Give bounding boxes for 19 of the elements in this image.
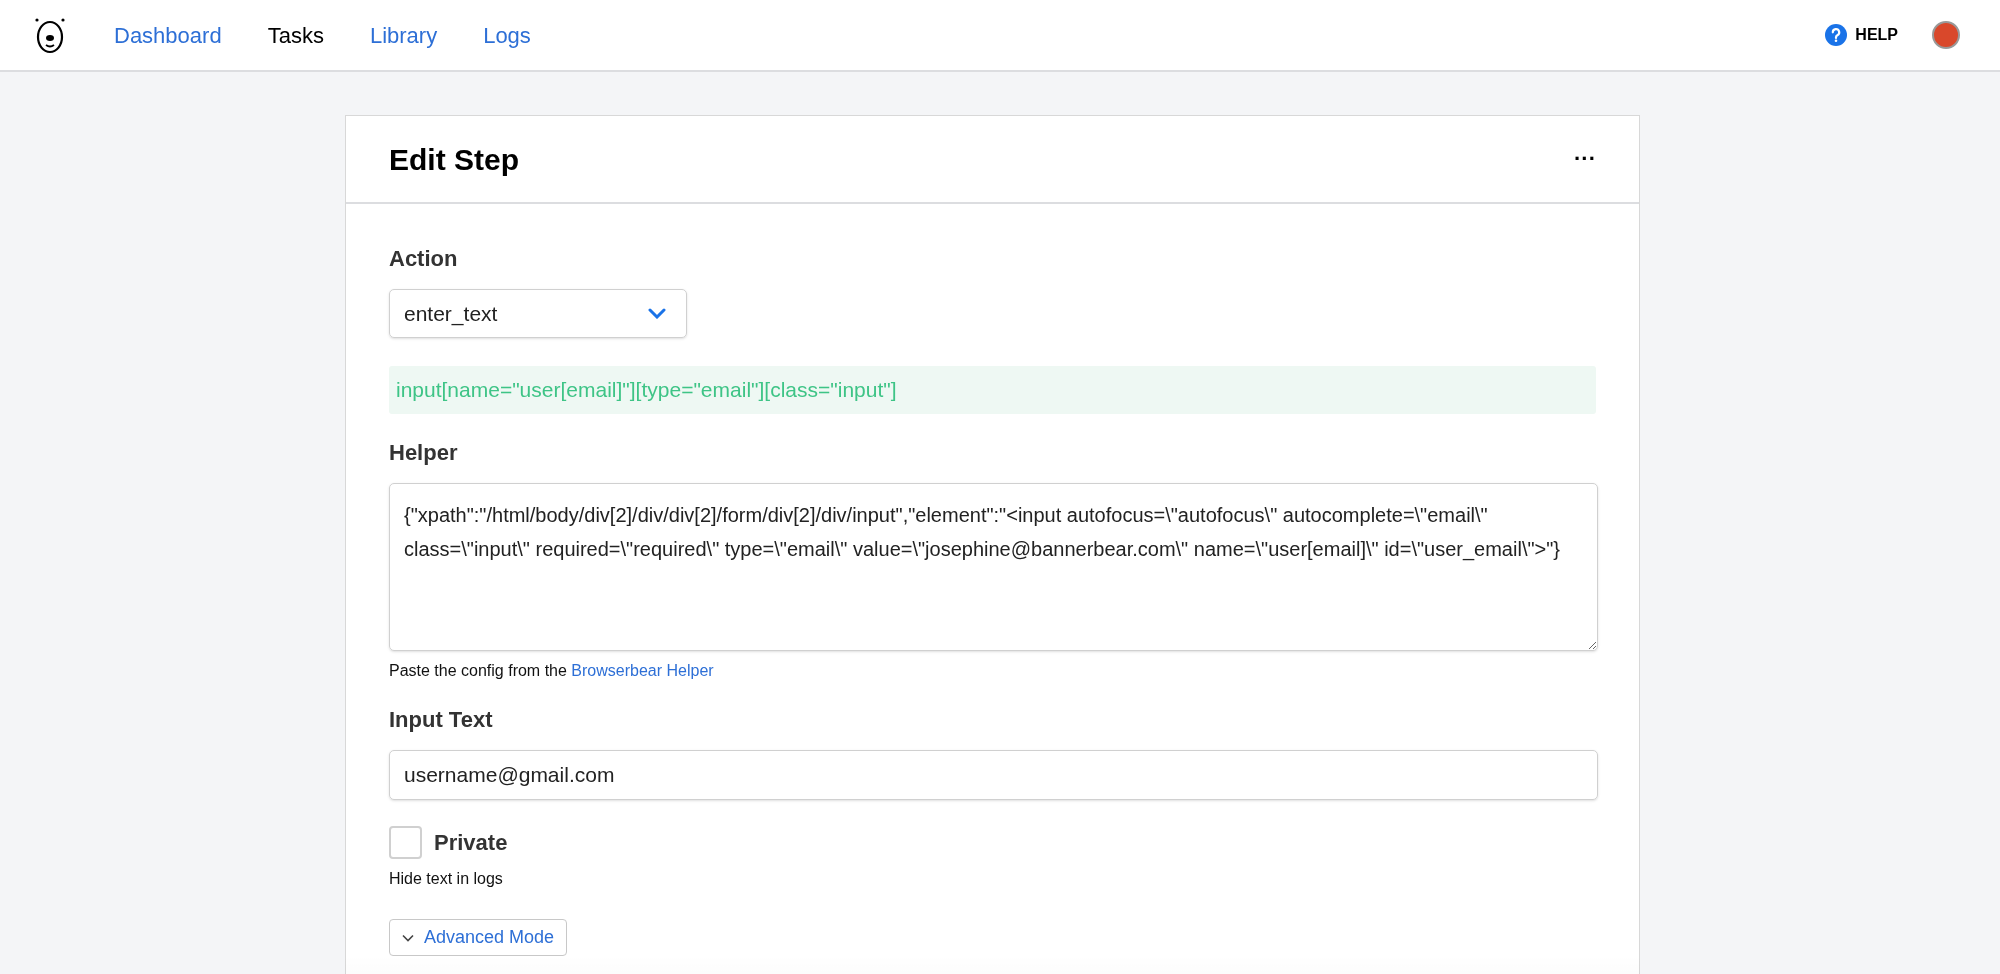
nav-link[interactable]: Library — [369, 18, 438, 52]
browserbear-helper-link[interactable]: Browserbear Helper — [571, 662, 714, 679]
action-select[interactable]: enter_text — [389, 289, 687, 338]
field-label: Helper — [389, 439, 459, 467]
field-label: Action — [389, 245, 459, 273]
nav-link[interactable]: Logs — [483, 18, 531, 52]
more-menu-button[interactable]: ··· — [1574, 148, 1596, 170]
card-title: Edit Step — [389, 141, 519, 178]
nav-link[interactable]: Dashboard — [114, 18, 222, 52]
helper-textarea[interactable]: {"xpath":"/html/body/div[2]/div/div[2]/form/div[2]/div/input","element":"<input autofocus=\"autofocus\" autocomplete=\"email\" class=\"input\" required=\"required\" type=\"email\" value=\"josephine@bannerbear.com\" name=\"user[email]\" id=\"user_email\">"} — [389, 483, 1598, 651]
field-label: Input Text — [389, 706, 494, 734]
selector-text: input[name="user[email]"][type="email"][class="input"] — [389, 366, 1596, 414]
checkbox-hint: Hide text in logs — [389, 869, 504, 889]
help-link[interactable]: HELP — [1855, 23, 1898, 47]
checkbox-label: Private — [434, 829, 508, 857]
helper-hint: Paste the config from the Browserbear Helper — [389, 661, 715, 681]
nav-link[interactable]: Tasks — [267, 18, 324, 52]
advanced-mode-button[interactable]: Advanced Mode — [389, 919, 568, 956]
input-text-field[interactable]: username@gmail.com — [389, 750, 1598, 800]
